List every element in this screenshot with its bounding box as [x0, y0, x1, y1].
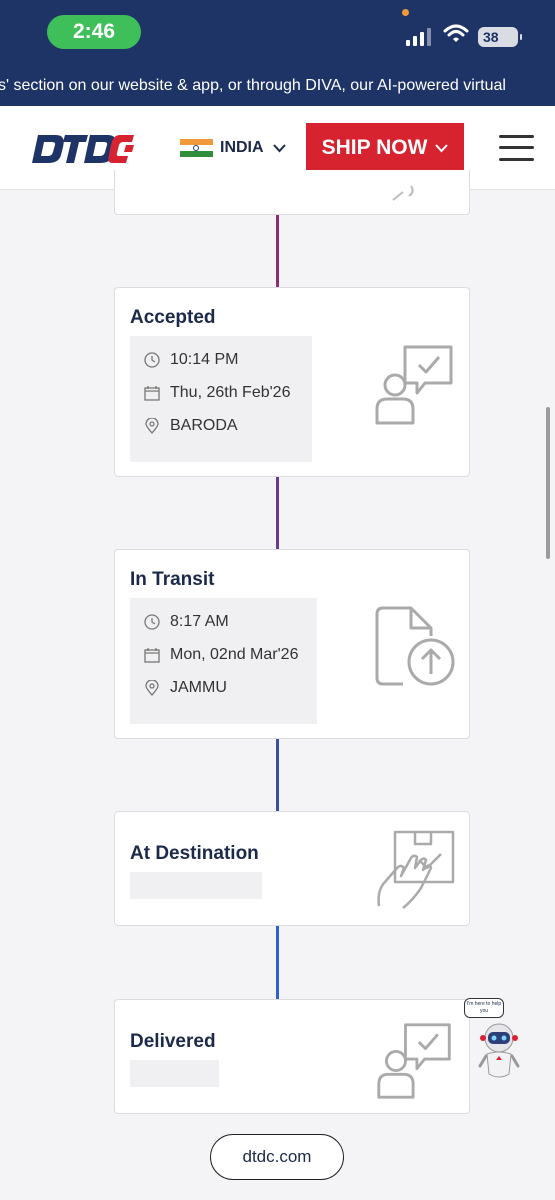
file-upload-icon [375, 606, 455, 686]
calendar-icon [144, 386, 160, 401]
country-label: INDIA [220, 139, 264, 156]
chatbot-assistant-button[interactable]: I'm here to help you [462, 998, 532, 1084]
timeline-card-in-transit: In Transit 8:17 AM Mon, 02nd Mar'26 JAMM… [114, 549, 470, 739]
location-pin-icon [145, 680, 159, 696]
battery-indicator: 38 [478, 27, 522, 47]
detail-location: BARODA [144, 417, 238, 435]
timeline-details: 8:17 AM Mon, 02nd Mar'26 JAMMU [130, 598, 317, 724]
dtdc-logo[interactable] [32, 133, 134, 165]
timeline-card-accepted: Accepted 10:14 PM Thu, 26th Feb'26 BAROD… [114, 287, 470, 477]
calendar-icon [144, 648, 160, 663]
clock-icon [144, 614, 160, 630]
timeline-card-partial [114, 170, 470, 215]
detail-date: Mon, 02nd Mar'26 [144, 646, 298, 664]
detail-date-value: Thu, 26th Feb'26 [170, 384, 291, 401]
chevron-down-icon [272, 143, 286, 152]
person-check-icon [377, 1023, 451, 1099]
wifi-icon [443, 24, 469, 42]
timeline-details-placeholder [130, 1060, 219, 1087]
detail-location-value: JAMMU [170, 679, 227, 696]
browser-url-pill[interactable]: dtdc.com [210, 1134, 344, 1180]
timeline-status-title: Delivered [130, 1031, 216, 1052]
timeline-details-placeholder [130, 872, 262, 899]
person-check-icon [375, 345, 453, 425]
privacy-indicator-dot [402, 9, 409, 16]
timeline-status-title: In Transit [130, 569, 215, 590]
detail-date-value: Mon, 02nd Mar'26 [170, 646, 299, 663]
cellular-signal-icon [406, 28, 432, 46]
timeline-connector [276, 477, 279, 549]
status-bar: 2:46 38 [0, 0, 555, 66]
status-illustration-icon [392, 185, 414, 201]
detail-time-value: 8:17 AM [170, 613, 229, 630]
robot-icon [478, 1023, 520, 1078]
ship-now-button[interactable]: SHIP NOW [306, 123, 464, 173]
chatbot-bubble: I'm here to help you [464, 998, 504, 1018]
announcement-ticker: s' section on our website & app, or thro… [0, 66, 555, 106]
timeline-connector [276, 926, 279, 999]
hand-package-icon [377, 830, 455, 909]
country-selector[interactable]: INDIA [180, 136, 286, 160]
detail-time: 10:14 PM [144, 351, 238, 369]
timeline-status-title: At Destination [130, 843, 259, 864]
detail-time: 8:17 AM [144, 613, 229, 631]
timeline-connector [276, 739, 279, 811]
timeline-card-delivered: Delivered [114, 999, 470, 1114]
announcement-text: s' section on our website & app, or thro… [0, 77, 506, 94]
detail-time-value: 10:14 PM [170, 351, 239, 368]
ship-now-label: SHIP NOW [321, 136, 428, 159]
location-pin-icon [145, 418, 159, 434]
detail-location-value: BARODA [170, 417, 238, 434]
hamburger-menu-icon[interactable] [499, 133, 534, 163]
clock-icon [144, 352, 160, 368]
detail-location: JAMMU [144, 679, 227, 697]
status-time: 2:46 [47, 15, 141, 49]
detail-date: Thu, 26th Feb'26 [144, 384, 290, 402]
india-flag-icon [180, 139, 213, 157]
chevron-down-icon [435, 143, 449, 152]
timeline-card-at-destination: At Destination [114, 811, 470, 926]
timeline-details: 10:14 PM Thu, 26th Feb'26 BARODA [130, 336, 312, 462]
scrollbar[interactable] [546, 407, 550, 559]
timeline-connector [276, 215, 279, 287]
timeline-status-title: Accepted [130, 307, 216, 328]
